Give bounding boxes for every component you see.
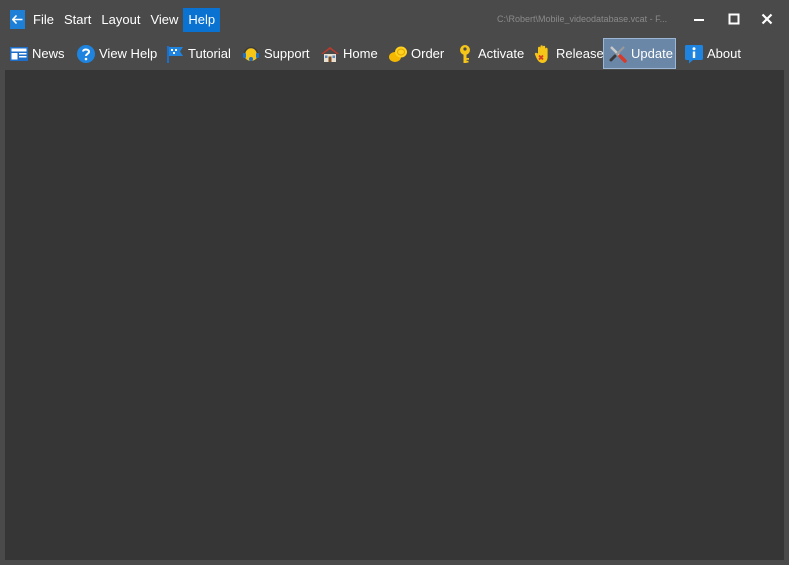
maximize-icon xyxy=(728,13,740,25)
help-icon xyxy=(77,44,95,63)
menu-layout[interactable]: Layout xyxy=(96,8,145,32)
news-icon xyxy=(10,46,28,61)
news-label: News xyxy=(32,46,65,61)
release-label: Release xyxy=(556,46,604,61)
support-button[interactable]: Support xyxy=(241,38,310,69)
menu-file[interactable]: File xyxy=(28,8,59,32)
arrow-left-icon xyxy=(12,15,23,24)
ribbon-toolbar: News View Help Tutorial Support Home Ord… xyxy=(0,38,789,69)
view-help-label: View Help xyxy=(99,46,158,61)
info-icon xyxy=(685,44,703,63)
title-bar: File Start Layout View Help C:\Robert\Mo… xyxy=(0,0,789,38)
menu-help[interactable]: Help xyxy=(183,8,221,32)
activate-button[interactable]: Activate xyxy=(455,38,524,69)
order-label: Order xyxy=(411,46,445,61)
app-window: File Start Layout View Help C:\Robert\Mo… xyxy=(0,0,789,565)
maximize-button[interactable] xyxy=(725,10,743,28)
window-path-title: C:\Robert\Mobile_videodatabase.vcat - F.… xyxy=(497,14,668,24)
tools-icon xyxy=(609,45,627,63)
about-button[interactable]: About xyxy=(684,38,741,69)
tutorial-button[interactable]: Tutorial xyxy=(165,38,231,69)
menu-start[interactable]: Start xyxy=(59,8,96,32)
home-button[interactable]: Home xyxy=(320,38,378,69)
house-icon xyxy=(321,46,339,62)
order-button[interactable]: Order xyxy=(388,38,444,69)
view-help-button[interactable]: View Help xyxy=(76,38,157,69)
news-button[interactable]: News xyxy=(9,38,65,69)
close-icon xyxy=(761,13,773,25)
update-label: Update xyxy=(631,46,673,61)
minimize-icon xyxy=(694,19,704,21)
back-button[interactable] xyxy=(10,10,25,29)
coins-icon xyxy=(389,46,407,62)
update-button[interactable]: Update xyxy=(603,38,676,69)
hand-icon xyxy=(534,44,548,63)
menu-bar: File Start Layout View Help xyxy=(28,8,221,32)
support-label: Support xyxy=(264,46,310,61)
about-label: About xyxy=(707,46,741,61)
minimize-button[interactable] xyxy=(690,10,708,28)
release-button[interactable]: Release xyxy=(533,38,604,69)
menu-view[interactable]: View xyxy=(145,8,183,32)
main-content-area xyxy=(5,70,784,560)
activate-label: Activate xyxy=(478,46,525,61)
home-label: Home xyxy=(343,46,378,61)
tutorial-label: Tutorial xyxy=(188,46,231,61)
close-button[interactable] xyxy=(758,10,776,28)
key-icon xyxy=(460,44,470,63)
flag-icon xyxy=(167,45,183,63)
headset-icon xyxy=(243,46,259,61)
